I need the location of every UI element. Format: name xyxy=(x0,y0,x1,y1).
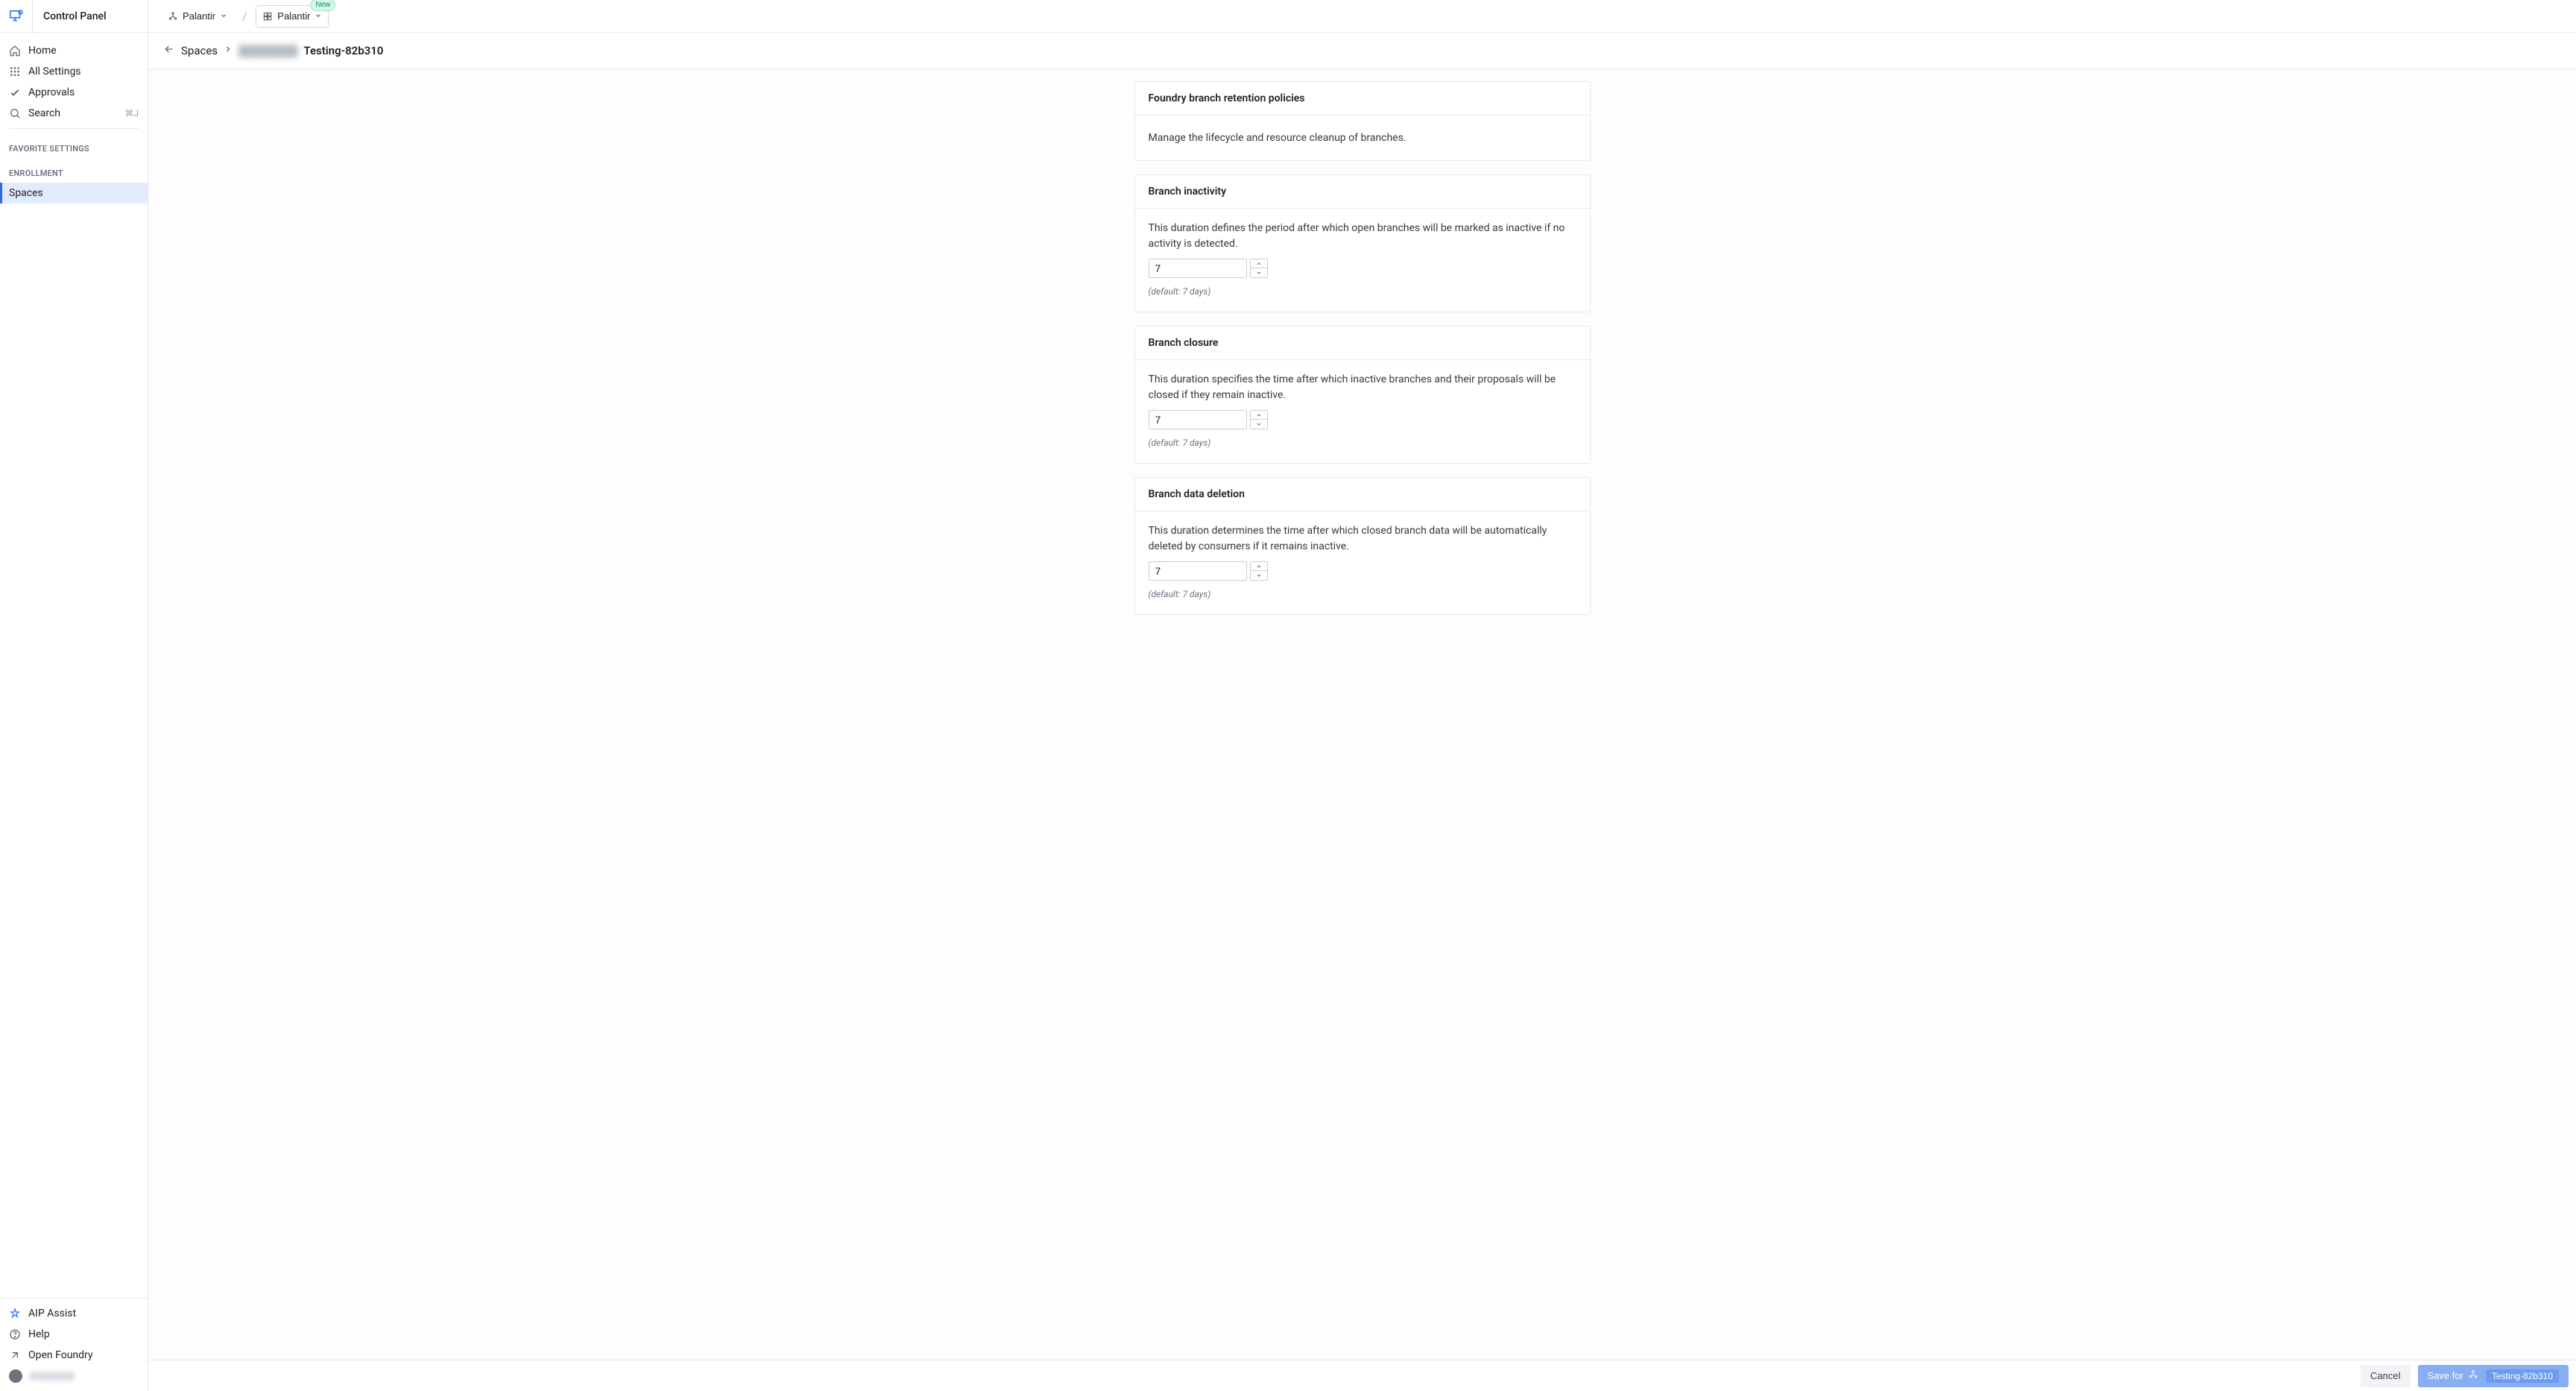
org-icon xyxy=(2468,1369,2478,1382)
workspace-selector-label: Palantir xyxy=(277,10,310,22)
closure-days-input[interactable] xyxy=(1149,410,1247,429)
sidebar: Home All Settings Approvals Search ⌘J FA… xyxy=(0,33,148,1391)
stepper-down[interactable] xyxy=(1251,571,1267,580)
cancel-label: Cancel xyxy=(2370,1370,2400,1381)
org-selector[interactable]: Palantir xyxy=(162,5,233,28)
external-link-icon xyxy=(9,1349,21,1361)
arrow-left-icon xyxy=(163,43,175,55)
card-branch-deletion: Branch data deletion This duration deter… xyxy=(1134,477,1591,615)
chevron-down-icon xyxy=(220,10,227,22)
chevron-down-icon xyxy=(315,10,322,22)
card-description: This duration specifies the time after w… xyxy=(1149,372,1576,403)
quantity-stepper xyxy=(1250,410,1268,429)
card-title: Branch closure xyxy=(1135,327,1590,360)
breadcrumb-root[interactable]: Spaces xyxy=(181,44,218,57)
card-branch-closure: Branch closure This duration specifies t… xyxy=(1134,326,1591,464)
sidebar-item-aip-assist[interactable]: AIP Assist xyxy=(0,1303,148,1324)
sidebar-item-label: Open Foundry xyxy=(28,1349,93,1361)
save-button[interactable]: Save for Testing-82b310 xyxy=(2418,1365,2569,1387)
keyboard-shortcut: ⌘J xyxy=(124,108,139,119)
back-button[interactable] xyxy=(163,43,175,58)
divider xyxy=(9,128,139,129)
breadcrumb-separator: / xyxy=(239,10,250,23)
card-title: Branch inactivity xyxy=(1135,175,1590,209)
sidebar-item-approvals[interactable]: Approvals xyxy=(0,82,148,103)
search-icon xyxy=(9,107,21,119)
topbar: Control Panel Palantir / Palantir New xyxy=(0,0,2576,33)
sidebar-item-search[interactable]: Search ⌘J xyxy=(0,103,148,124)
help-icon xyxy=(9,1328,21,1340)
sidebar-item-home[interactable]: Home xyxy=(0,40,148,61)
card-branch-inactivity: Branch inactivity This duration defines … xyxy=(1134,174,1591,312)
sidebar-item-label: Search xyxy=(28,107,60,119)
quantity-stepper xyxy=(1250,259,1268,278)
card-title: Branch data deletion xyxy=(1135,478,1590,511)
main: Spaces ████████ Testing-82b310 Foundry b… xyxy=(148,33,2576,1391)
chevron-down-icon xyxy=(1255,270,1263,276)
stepper-down[interactable] xyxy=(1251,268,1267,277)
footer-bar: Cancel Save for Testing-82b310 xyxy=(148,1360,2576,1391)
app-title: Control Panel xyxy=(33,0,148,32)
save-label: Save for xyxy=(2428,1370,2463,1381)
topbar-controls: Palantir / Palantir New xyxy=(148,0,329,32)
page-title: Testing-82b310 xyxy=(303,44,383,57)
chevron-up-icon xyxy=(1255,564,1263,570)
quantity-stepper xyxy=(1250,561,1268,581)
new-badge: New xyxy=(310,0,335,11)
app-logo[interactable] xyxy=(0,0,33,33)
sidebar-item-help[interactable]: Help xyxy=(0,1324,148,1345)
card-description: This duration defines the period after w… xyxy=(1149,221,1576,251)
breadcrumb: Spaces ████████ Testing-82b310 xyxy=(148,33,2576,69)
avatar-icon xyxy=(9,1369,22,1383)
default-hint: (default: 7 days) xyxy=(1149,588,1576,601)
chevron-down-icon xyxy=(1255,573,1263,578)
org-selector-label: Palantir xyxy=(183,10,215,22)
monitor-settings-icon xyxy=(8,8,25,25)
sidebar-bottom: AIP Assist Help Open Foundry xyxy=(0,1298,148,1391)
card-title: Foundry branch retention policies xyxy=(1135,82,1590,116)
home-icon xyxy=(9,45,21,57)
chevron-up-icon xyxy=(1255,412,1263,418)
org-icon xyxy=(168,11,178,22)
chevron-down-icon xyxy=(1255,421,1263,427)
grid-dots-icon xyxy=(9,66,21,78)
default-hint: (default: 7 days) xyxy=(1149,437,1576,450)
stepper-up[interactable] xyxy=(1251,562,1267,572)
sidebar-item-open-foundry[interactable]: Open Foundry xyxy=(0,1345,148,1366)
breadcrumb-redacted: ████████ xyxy=(239,45,297,57)
sidebar-item-spaces[interactable]: Spaces xyxy=(0,183,148,204)
sidebar-item-label: AIP Assist xyxy=(28,1308,76,1319)
card-intro: Foundry branch retention policies Manage… xyxy=(1134,81,1591,161)
cancel-button[interactable]: Cancel xyxy=(2361,1365,2410,1387)
default-hint: (default: 7 days) xyxy=(1149,286,1576,298)
aip-assist-icon xyxy=(9,1308,21,1319)
card-body: Manage the lifecycle and resource cleanu… xyxy=(1135,116,1590,160)
card-description: This duration determines the time after … xyxy=(1149,523,1576,554)
stepper-down[interactable] xyxy=(1251,420,1267,429)
sidebar-item-all-settings[interactable]: All Settings xyxy=(0,61,148,82)
inactivity-days-input[interactable] xyxy=(1149,259,1247,278)
workspace-selector[interactable]: Palantir New xyxy=(256,5,329,28)
sidebar-item-label: Spaces xyxy=(9,187,43,199)
workspace-icon xyxy=(262,11,273,22)
chevron-up-icon xyxy=(1255,261,1263,267)
deletion-days-input[interactable] xyxy=(1149,561,1247,581)
stepper-up[interactable] xyxy=(1251,259,1267,269)
sidebar-group-favorite: FAVORITE SETTINGS xyxy=(0,133,148,158)
card-body-text: Manage the lifecycle and resource cleanu… xyxy=(1149,132,1407,144)
chevron-right-icon xyxy=(224,45,233,57)
save-target-badge: Testing-82b310 xyxy=(2486,1369,2559,1383)
check-icon xyxy=(9,86,21,98)
sidebar-item-user[interactable] xyxy=(0,1366,148,1387)
stepper-up[interactable] xyxy=(1251,411,1267,420)
sidebar-item-label: Home xyxy=(28,45,57,57)
sidebar-item-label: Approvals xyxy=(28,86,75,98)
sidebar-item-label: Help xyxy=(28,1328,50,1340)
user-name-redacted xyxy=(30,1372,75,1381)
content-scroll[interactable]: Foundry branch retention policies Manage… xyxy=(148,69,2576,1360)
sidebar-item-label: All Settings xyxy=(28,66,81,78)
sidebar-group-enrollment: ENROLLMENT xyxy=(0,158,148,183)
